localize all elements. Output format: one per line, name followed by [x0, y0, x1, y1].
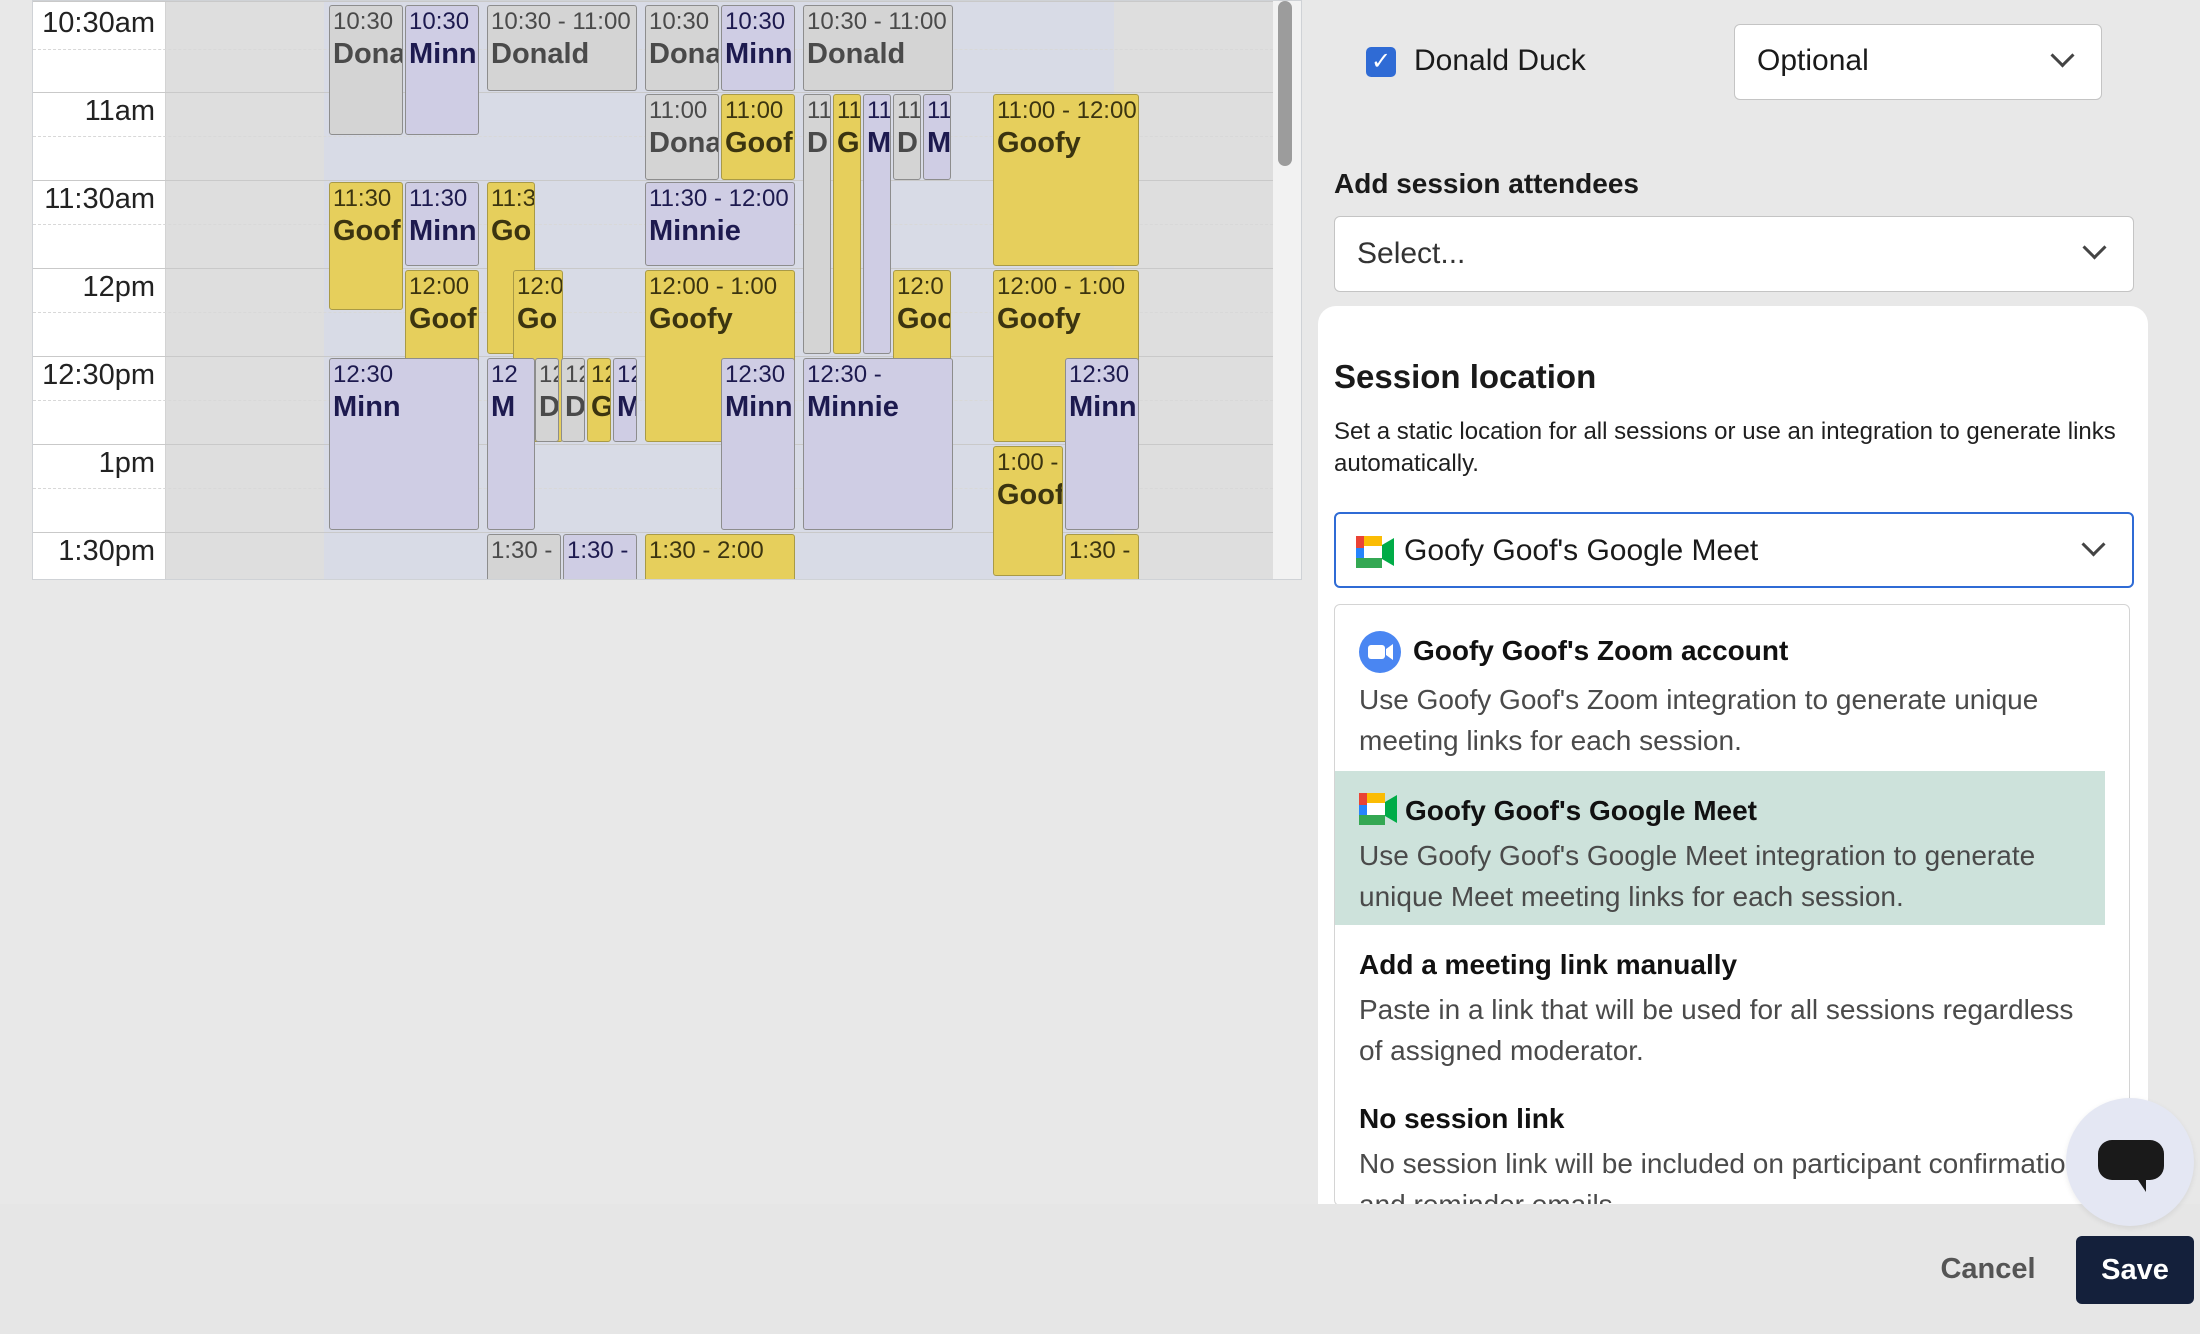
time-label: 10:30am — [42, 7, 155, 39]
calendar-event[interactable]: 12G — [587, 358, 611, 442]
calendar-event[interactable]: 11:30 - 12:00 Minnie — [645, 182, 795, 266]
save-button[interactable]: Save — [2076, 1236, 2194, 1304]
option-add-link-manually[interactable]: Add a meeting link manually Paste in a l… — [1335, 925, 2105, 1079]
calendar-event[interactable]: 11 M — [863, 94, 891, 354]
calendar-event[interactable]: 11:00 Goof — [721, 94, 795, 180]
zoom-icon — [1359, 631, 1401, 673]
calendar-event[interactable]: 12:30 - Minnie — [803, 358, 953, 530]
calendar-event[interactable]: 10:30 - 11:00 Donald — [487, 5, 637, 91]
chevron-down-icon — [2081, 532, 2106, 557]
calendar-event[interactable]: 11:30 Goof — [329, 182, 403, 310]
calendar-event[interactable]: 1:30 - 2:00 — [645, 534, 795, 579]
time-label: 11:30am — [44, 183, 155, 215]
calendar-event[interactable]: 12M — [613, 358, 637, 442]
calendar-event[interactable]: 10:30 Minn — [405, 5, 479, 135]
option-title: Goofy Goof's Google Meet — [1405, 795, 1757, 826]
attendee-role-select[interactable]: Optional — [1734, 24, 2102, 100]
time-axis-column: 10:30am 11am 11:30am 12pm 12:30pm 1pm 1:… — [33, 1, 166, 579]
grid-line — [33, 92, 1273, 93]
session-attendees-placeholder: Select... — [1357, 237, 1466, 270]
grid-line — [33, 532, 1273, 533]
time-label: 1:30pm — [58, 535, 155, 567]
calendar-event[interactable]: 11:30 Minn — [405, 182, 479, 266]
option-description: Paste in a link that will be used for al… — [1359, 994, 2074, 1066]
chat-icon-tail — [2134, 1174, 2146, 1192]
calendar-event[interactable]: 12:30 Minn — [721, 358, 795, 530]
cancel-button[interactable]: Cancel — [1928, 1236, 2048, 1302]
calendar-event[interactable]: 12M — [487, 358, 535, 530]
calendar-event[interactable]: 1:30 - — [487, 534, 561, 579]
calendar-event[interactable]: 10:30 Dona — [329, 5, 403, 135]
chat-icon — [2098, 1140, 2164, 1180]
calendar-event[interactable]: 1:30 - — [563, 534, 637, 579]
attendee-name: Donald Duck — [1414, 44, 1586, 77]
calendar-event[interactable]: 11 D — [893, 94, 921, 180]
session-location-select[interactable]: Goofy Goof's Google Meet — [1334, 512, 2134, 588]
calendar-event[interactable]: 10:30 Dona — [645, 5, 719, 91]
calendar-event[interactable]: 11 D — [803, 94, 831, 354]
session-location-description: Set a static location for all sessions o… — [1334, 418, 2116, 477]
calendar-event[interactable]: 12D — [561, 358, 585, 442]
chat-widget-button[interactable] — [2066, 1098, 2194, 1226]
calendar-event[interactable]: 11 M — [923, 94, 951, 180]
calendar-week-grid: 10:30am 11am 11:30am 12pm 12:30pm 1pm 1:… — [32, 0, 1302, 580]
calendar-scrollbar-thumb[interactable] — [1278, 1, 1292, 166]
time-label: 12pm — [82, 271, 155, 303]
google-meet-icon — [1356, 536, 1394, 568]
calendar-event[interactable]: 12D — [535, 358, 559, 442]
grid-line — [33, 1, 1273, 2]
session-location-options-list[interactable]: Goofy Goof's Zoom account Use Goofy Goof… — [1334, 604, 2130, 1206]
calendar-event[interactable]: 10:30 Minn — [721, 5, 795, 91]
session-location-value: Goofy Goof's Google Meet — [1404, 534, 1759, 567]
calendar-event[interactable]: 11:00 - 12:00 Goofy — [993, 94, 1139, 266]
session-location-title: Session location — [1334, 358, 1597, 395]
option-no-session-link[interactable]: No session link No session link will be … — [1335, 1079, 2105, 1206]
session-attendees-select[interactable]: Select... — [1334, 216, 2134, 292]
calendar-event[interactable]: 12:30 Minn — [329, 358, 479, 530]
calendar-event[interactable]: 11:00 Dona — [645, 94, 719, 180]
option-title: Add a meeting link manually — [1359, 949, 1738, 980]
option-title: No session link — [1359, 1103, 1565, 1134]
chevron-down-icon — [2082, 235, 2107, 260]
calendar-event[interactable]: 12:30 Minn — [1065, 358, 1139, 530]
google-meet-icon — [1359, 793, 1397, 825]
option-google-meet[interactable]: Goofy Goof's Google Meet Use Goofy Goof'… — [1335, 771, 2105, 925]
day-column — [166, 1, 325, 579]
calendar-event[interactable]: 11 G — [833, 94, 861, 354]
attendee-checkbox[interactable]: ✓ — [1366, 47, 1396, 77]
option-description: No session link will be included on part… — [1359, 1148, 2082, 1206]
calendar-event[interactable]: 1:00 - Goof — [993, 446, 1063, 576]
chevron-down-icon — [2050, 43, 2075, 68]
attendee-role-value: Optional — [1757, 44, 1869, 77]
option-description: Use Goofy Goof's Zoom integration to gen… — [1359, 684, 2039, 756]
time-label: 11am — [84, 95, 155, 127]
option-zoom-account[interactable]: Goofy Goof's Zoom account Use Goofy Goof… — [1335, 605, 2105, 771]
grid-line — [33, 268, 1273, 269]
option-description: Use Goofy Goof's Google Meet integration… — [1359, 840, 2036, 912]
session-attendees-label: Add session attendees — [1334, 168, 1639, 199]
time-label: 1pm — [98, 447, 155, 479]
option-title: Goofy Goof's Zoom account — [1413, 635, 1789, 666]
calendar-event[interactable]: 10:30 - 11:00 Donald — [803, 5, 953, 91]
calendar-event[interactable]: 1:30 - — [1065, 534, 1139, 579]
footer-bar — [0, 1204, 2200, 1334]
time-label: 12:30pm — [42, 359, 155, 391]
